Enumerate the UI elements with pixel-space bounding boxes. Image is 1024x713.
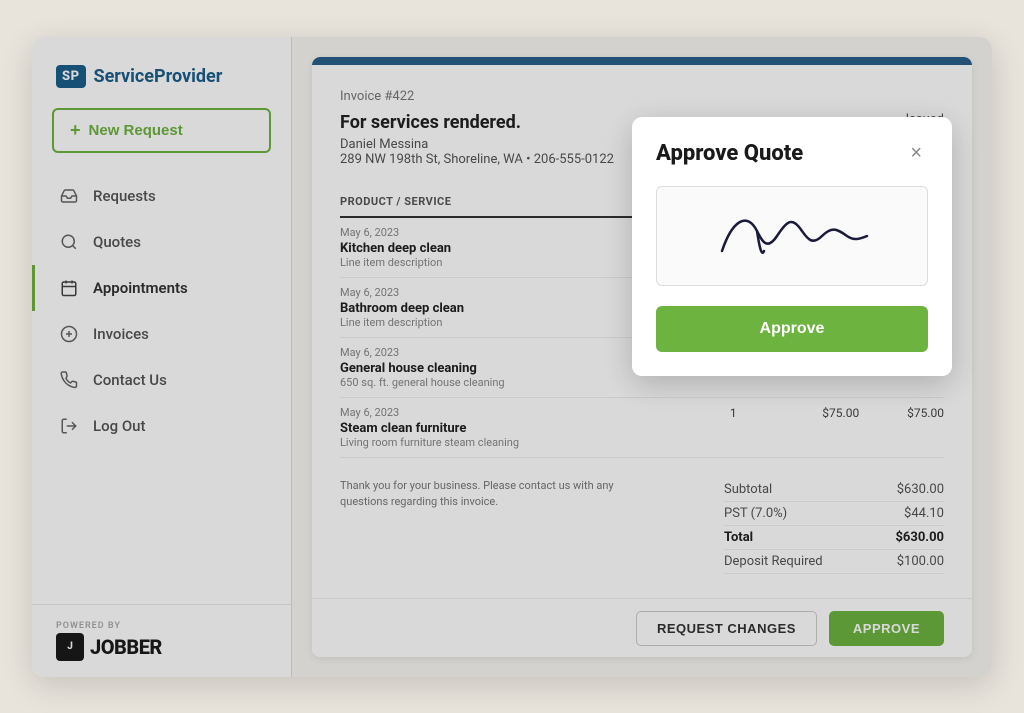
signature-box (656, 186, 928, 286)
modal-overlay: Approve Quote × Approve (32, 37, 992, 677)
modal-title: Approve Quote (656, 141, 803, 166)
modal-header: Approve Quote × (656, 141, 928, 166)
signature-svg (692, 201, 892, 271)
modal-approve-button[interactable]: Approve (656, 306, 928, 352)
modal-close-button[interactable]: × (904, 141, 928, 165)
app-container: SP ServiceProvider + New Request Request… (32, 37, 992, 677)
approve-quote-modal: Approve Quote × Approve (632, 117, 952, 376)
